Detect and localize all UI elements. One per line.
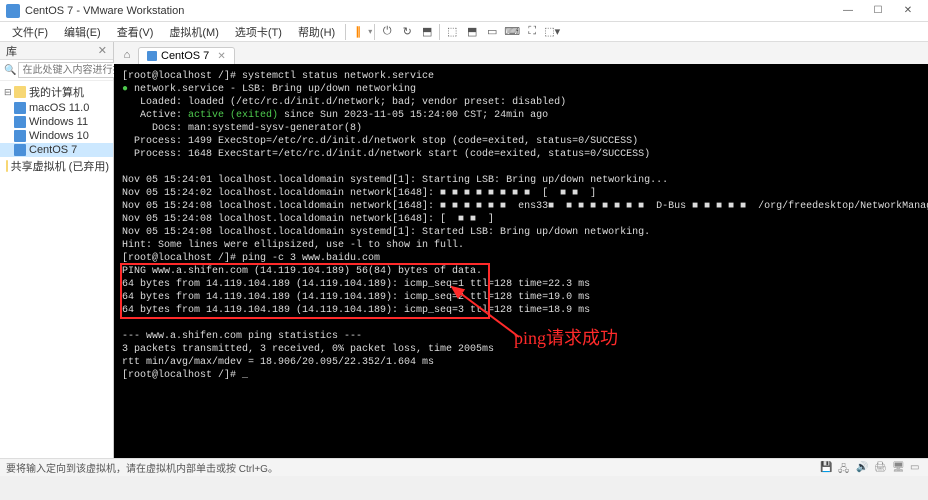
status-network-icon[interactable]: 🖧 [838,462,850,474]
terminal-line: ● network.service - LSB: Bring up/down n… [122,83,928,96]
terminal-line: Docs: man:systemd-sysv-generator(8) [122,122,928,135]
status-display-icon[interactable]: 🖥 [892,462,904,474]
menu-edit[interactable]: 编辑(E) [56,22,109,42]
tree-label: Windows 11 [29,116,88,128]
terminal-line: Nov 05 15:24:08 localhost.localdomain ne… [122,213,928,226]
tab-label: CentOS 7 [161,50,209,62]
toolbar-power-icon[interactable]: ⏻ [377,22,397,42]
terminal-line: Loaded: loaded (/etc/rc.d/init.d/network… [122,96,928,109]
menu-file[interactable]: 文件(F) [4,22,56,42]
tree-item-centos7[interactable]: CentOS 7 [0,143,113,157]
vm-icon [14,144,26,156]
terminal-line: Nov 05 15:24:01 localhost.localdomain sy… [122,174,928,187]
app-icon [6,4,20,18]
terminal-line: 64 bytes from 14.119.104.189 (14.119.104… [122,304,928,317]
tree-item-win11[interactable]: Windows 11 [0,115,113,129]
library-sidebar: 库 ✕ 🔍 ▾ ⊟ 我的计算机 macOS 11.0 Windows 11 Wi… [0,42,114,458]
terminal-line: PING www.a.shifen.com (14.119.104.189) 5… [122,265,928,278]
terminal-line: 64 bytes from 14.119.104.189 (14.119.104… [122,278,928,291]
status-text: 要将输入定向到该虚拟机，请在虚拟机内部单击或按 Ctrl+G。 [6,460,278,475]
terminal-line: Process: 1648 ExecStart=/etc/rc.d/init.d… [122,148,928,161]
vm-icon [14,130,26,142]
toolbar-view3-icon[interactable]: ▭ [482,22,502,42]
status-printer-icon[interactable]: 🖨 [874,462,886,474]
folder-icon [6,160,8,172]
toolbar-keyboard-icon[interactable]: ⌨ [502,22,522,42]
status-more-icon[interactable]: ▭ [910,462,922,474]
tree-label: Windows 10 [29,130,89,142]
vm-icon [14,116,26,128]
vm-tree: ⊟ 我的计算机 macOS 11.0 Windows 11 Windows 10… [0,81,113,458]
terminal-line: Nov 05 15:24:08 localhost.localdomain ne… [122,200,928,213]
content-area: ⌂ CentOS 7 ✕ [root@localhost /]# systemc… [114,42,928,458]
terminal-line [122,317,928,330]
sidebar-close-icon[interactable]: ✕ [98,44,107,57]
tree-shared-vms[interactable]: 共享虚拟机 (已弃用) [0,157,113,175]
status-sound-icon[interactable]: 🔊 [856,462,868,474]
menu-help[interactable]: 帮助(H) [290,22,343,42]
menu-view[interactable]: 查看(V) [109,22,162,42]
vm-icon [14,102,26,114]
search-icon: 🔍 [4,65,16,76]
terminal-line: Process: 1499 ExecStop=/etc/rc.d/init.d/… [122,135,928,148]
terminal-line: --- www.a.shifen.com ping statistics --- [122,330,928,343]
folder-icon [14,86,26,98]
terminal-line: Hint: Some lines were ellipsized, use -l… [122,239,928,252]
statusbar: 要将输入定向到该虚拟机，请在虚拟机内部单击或按 Ctrl+G。 💾 🖧 🔊 🖨 … [0,458,928,476]
expand-icon[interactable]: ⊟ [4,87,14,98]
minimize-button[interactable]: — [834,2,862,20]
terminal-line: 64 bytes from 14.119.104.189 (14.119.104… [122,291,928,304]
toolbar-more-icon[interactable]: ⬚▾ [542,22,562,42]
tab-centos7[interactable]: CentOS 7 ✕ [138,47,235,64]
close-button[interactable]: ✕ [894,2,922,20]
terminal-line: Active: active (exited) since Sun 2023-1… [122,109,928,122]
terminal-line: Nov 05 15:24:08 localhost.localdomain sy… [122,226,928,239]
terminal-line: rtt min/avg/max/mdev = 18.906/20.095/22.… [122,356,928,369]
status-device-icon[interactable]: 💾 [820,462,832,474]
window-title: CentOS 7 - VMware Workstation [25,5,834,17]
sidebar-title: 库 [6,43,17,59]
toolbar-fullscreen-icon[interactable]: ⛶ [522,22,542,42]
toolbar-view1-icon[interactable]: ⬚ [442,22,462,42]
terminal-line: [root@localhost /]# systemctl status net… [122,70,928,83]
terminal-line: 3 packets transmitted, 3 received, 0% pa… [122,343,928,356]
terminal-line: [root@localhost /]# _ [122,369,928,382]
tree-label: 我的计算机 [29,84,84,100]
tree-root-mycomputer[interactable]: ⊟ 我的计算机 [0,83,113,101]
tree-label: macOS 11.0 [29,102,89,114]
tree-item-macos[interactable]: macOS 11.0 [0,101,113,115]
tree-item-win10[interactable]: Windows 10 [0,129,113,143]
tab-home-icon[interactable]: ⌂ [118,46,136,64]
pause-button[interactable]: ∥ [348,22,368,42]
menubar: 文件(F) 编辑(E) 查看(V) 虚拟机(M) 选项卡(T) 帮助(H) ∥ … [0,22,928,42]
toolbar-reset-icon[interactable]: ↻ [397,22,417,42]
maximize-button[interactable]: ☐ [864,2,892,20]
terminal-line: [root@localhost /]# ping -c 3 www.baidu.… [122,252,928,265]
terminal-line [122,161,928,174]
window-titlebar: CentOS 7 - VMware Workstation — ☐ ✕ [0,0,928,22]
terminal[interactable]: [root@localhost /]# systemctl status net… [114,64,928,458]
vm-icon [147,51,157,61]
tab-close-icon[interactable]: ✕ [217,51,225,62]
tabbar: ⌂ CentOS 7 ✕ [114,42,928,64]
menu-tabs[interactable]: 选项卡(T) [227,22,290,42]
sidebar-header: 库 ✕ [0,42,113,60]
terminal-line: Nov 05 15:24:02 localhost.localdomain ne… [122,187,928,200]
toolbar-snapshot-icon[interactable]: ⬒ [417,22,437,42]
menu-vm[interactable]: 虚拟机(M) [161,22,227,42]
tree-label: 共享虚拟机 (已弃用) [11,158,109,174]
toolbar-view2-icon[interactable]: ⬒ [462,22,482,42]
tree-label: CentOS 7 [29,144,77,156]
